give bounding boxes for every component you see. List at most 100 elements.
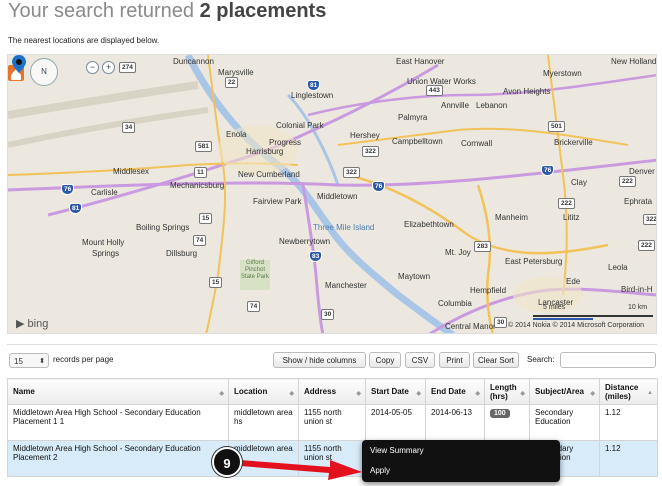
map-place-label: Mt. Joy (445, 248, 471, 257)
search-label: Search: (527, 355, 555, 364)
cell-distance: 1.12 (599, 404, 658, 441)
map-place-label: Columbia (438, 299, 472, 308)
map-pan-control[interactable]: N (30, 58, 58, 86)
map-place-label: Clay (571, 178, 588, 187)
records-per-page-label: records per page (53, 355, 114, 364)
map-place-label: Palmyra (398, 113, 428, 122)
map-copyright: © 2014 Nokia © 2014 Microsoft Corporatio… (508, 322, 644, 329)
select-arrows-icon: ⬍ (39, 358, 45, 365)
map-place-label: Colonial Park (276, 121, 324, 130)
sort-ascending-icon: ▲ (647, 390, 653, 396)
map-place-label: New Holland (611, 57, 657, 66)
column-header-address[interactable]: Address ◆ (298, 378, 366, 405)
map-place-label: Duncannon (173, 57, 214, 66)
table-row[interactable]: Middletown Area High School - Secondary … (7, 404, 658, 441)
clear-sort-button[interactable]: Clear Sort (473, 352, 519, 368)
column-header-subject[interactable]: Subject/Area ◆ (529, 378, 600, 405)
cell-name: Middletown Area High School - Secondary … (7, 404, 229, 441)
table-header-row: Name ◆ Location ◆ Address ◆ Start Date ◆ End… (7, 378, 658, 405)
map-place-label: Manheim (495, 213, 528, 222)
map-place-label: Fairview Park (253, 197, 302, 206)
map-place-label: Dillsburg (166, 249, 198, 258)
route-shield: 283 (474, 241, 491, 252)
column-header-length[interactable]: Length (hrs) ◆ (484, 378, 530, 405)
row-context-menu: View Summary Apply (362, 440, 560, 482)
map-place-label: Ede (566, 277, 581, 286)
show-hide-columns-button[interactable]: Show / hide columns (273, 352, 366, 368)
step-number-badge: 9 (212, 447, 242, 477)
map-description: The nearest locations are displayed belo… (8, 36, 160, 45)
route-shield: 74 (247, 301, 261, 312)
map-place-label: Maytown (398, 272, 431, 281)
page-heading: Your search returned 2 placements (8, 0, 327, 22)
column-header-distance[interactable]: Distance (miles) ▲ (599, 378, 658, 405)
cell-length: 100 (484, 404, 530, 441)
route-shield: 443 (426, 85, 443, 96)
map-place-label: Lebanon (476, 101, 508, 110)
route-shield: 322 (643, 214, 656, 225)
cell-name: Middletown Area High School - Secondary … (7, 440, 229, 477)
bing-icon: ▶ (16, 318, 25, 330)
map-place-label: Elizabethtown (404, 220, 454, 229)
map-place-label: Newberrytown (279, 237, 331, 246)
route-shield: 222 (638, 240, 655, 251)
cell-end-date: 2014-06-13 (425, 404, 485, 441)
route-shield: 30 (494, 317, 508, 328)
sort-icon: ◆ (219, 391, 224, 397)
route-shield: 15 (209, 277, 223, 288)
route-shield: 322 (343, 167, 360, 178)
copy-button[interactable]: Copy (369, 352, 401, 368)
sort-icon: ◆ (289, 391, 294, 397)
sort-icon: ◆ (590, 391, 595, 397)
map-place-label: Manchester (325, 281, 367, 290)
column-header-start-date[interactable]: Start Date ◆ (365, 378, 426, 405)
sort-icon: ◆ (356, 391, 361, 397)
map-place-label: Brickerville (554, 138, 593, 147)
route-shield: 222 (558, 198, 575, 209)
route-shield: 222 (619, 176, 636, 187)
records-per-page-select[interactable]: 15 ⬍ (9, 353, 49, 368)
map-place-label: Annville (441, 101, 470, 110)
route-shield: 11 (194, 167, 207, 178)
map-place-label: Mechanicsburg (170, 181, 225, 190)
column-header-name[interactable]: Name ◆ (7, 378, 229, 405)
map[interactable]: N − + Duncannon East Hanover Myerstown New … (7, 54, 657, 334)
apply-menu-item[interactable]: Apply (370, 466, 390, 475)
print-button[interactable]: Print (439, 352, 470, 368)
zoom-out-button[interactable]: − (86, 61, 99, 74)
route-shield: 581 (195, 141, 212, 152)
column-header-end-date[interactable]: End Date ◆ (425, 378, 485, 405)
bing-logo: ▶ bing (16, 318, 49, 330)
route-shield: 274 (119, 62, 136, 73)
column-header-location[interactable]: Location ◆ (228, 378, 299, 405)
sort-icon: ◆ (475, 391, 480, 397)
search-input[interactable] (560, 352, 656, 368)
cell-subject: Secondary Education (529, 404, 600, 441)
zoom-in-button[interactable]: + (102, 61, 115, 74)
map-water-label: Three Mile Island (313, 223, 375, 232)
csv-button[interactable]: CSV (405, 352, 435, 368)
map-place-label: Leola (608, 263, 628, 272)
route-shield: 22 (225, 77, 239, 88)
route-shield: 34 (122, 122, 136, 133)
map-place-label: Enola (226, 130, 247, 139)
route-shield: 15 (199, 213, 213, 224)
map-place-label: Myerstown (543, 69, 582, 78)
sort-icon: ◆ (416, 391, 421, 397)
map-place-label: East Petersburg (505, 257, 563, 266)
map-place-label: East Hanover (396, 57, 445, 66)
length-badge: 100 (490, 409, 510, 418)
map-place-label: Bird-in-H (621, 285, 653, 294)
cell-start-date: 2014-05-05 (365, 404, 426, 441)
map-place-label: New Cumberland (238, 170, 300, 179)
map-place-label: Mount Holly (82, 238, 125, 247)
map-place-label: Harrisburg (246, 147, 284, 156)
map-place-label: Progress (269, 138, 302, 147)
route-shield: 501 (548, 121, 565, 132)
view-summary-menu-item[interactable]: View Summary (370, 446, 424, 455)
map-place-label: Marysville (218, 68, 254, 77)
map-place-label: Lititz (563, 213, 580, 222)
map-place-label: Avon Heights (503, 87, 551, 96)
location-marker[interactable] (8, 55, 34, 89)
map-place-label: Cornwall (461, 139, 493, 148)
